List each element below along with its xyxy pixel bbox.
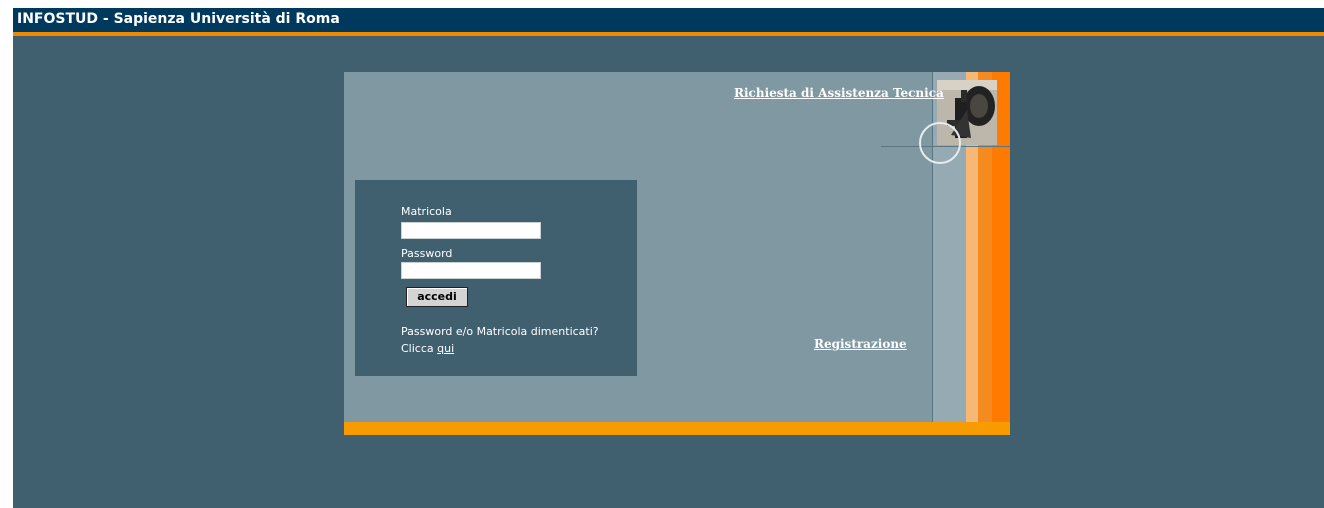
click-here-line: Clicca qui (401, 342, 454, 355)
login-panel: Richiesta di Assistenza Tecnica Registra… (344, 72, 1010, 435)
assistance-link[interactable]: Richiesta di Assistenza Tecnica (734, 86, 944, 100)
matricola-label: Matricola (401, 205, 452, 218)
registration-link[interactable]: Registrazione (814, 337, 907, 351)
app-title: INFOSTUD - Sapienza Università di Roma (13, 8, 1324, 32)
accedi-button[interactable]: accedi (406, 287, 468, 307)
click-here-link[interactable]: qui (437, 342, 454, 355)
matricola-input[interactable] (401, 222, 541, 239)
panel-bottom-bar (344, 422, 1010, 435)
password-label: Password (401, 247, 453, 260)
login-form: Matricola Password accedi Password e/o M… (355, 180, 637, 376)
page: INFOSTUD - Sapienza Università di Roma R… (13, 8, 1324, 508)
click-prefix: Clicca (401, 342, 434, 355)
forgot-text: Password e/o Matricola dimenticati? (401, 325, 599, 338)
header-divider (13, 32, 1324, 36)
circle-decoration-icon (919, 122, 961, 164)
password-input[interactable] (401, 262, 541, 279)
